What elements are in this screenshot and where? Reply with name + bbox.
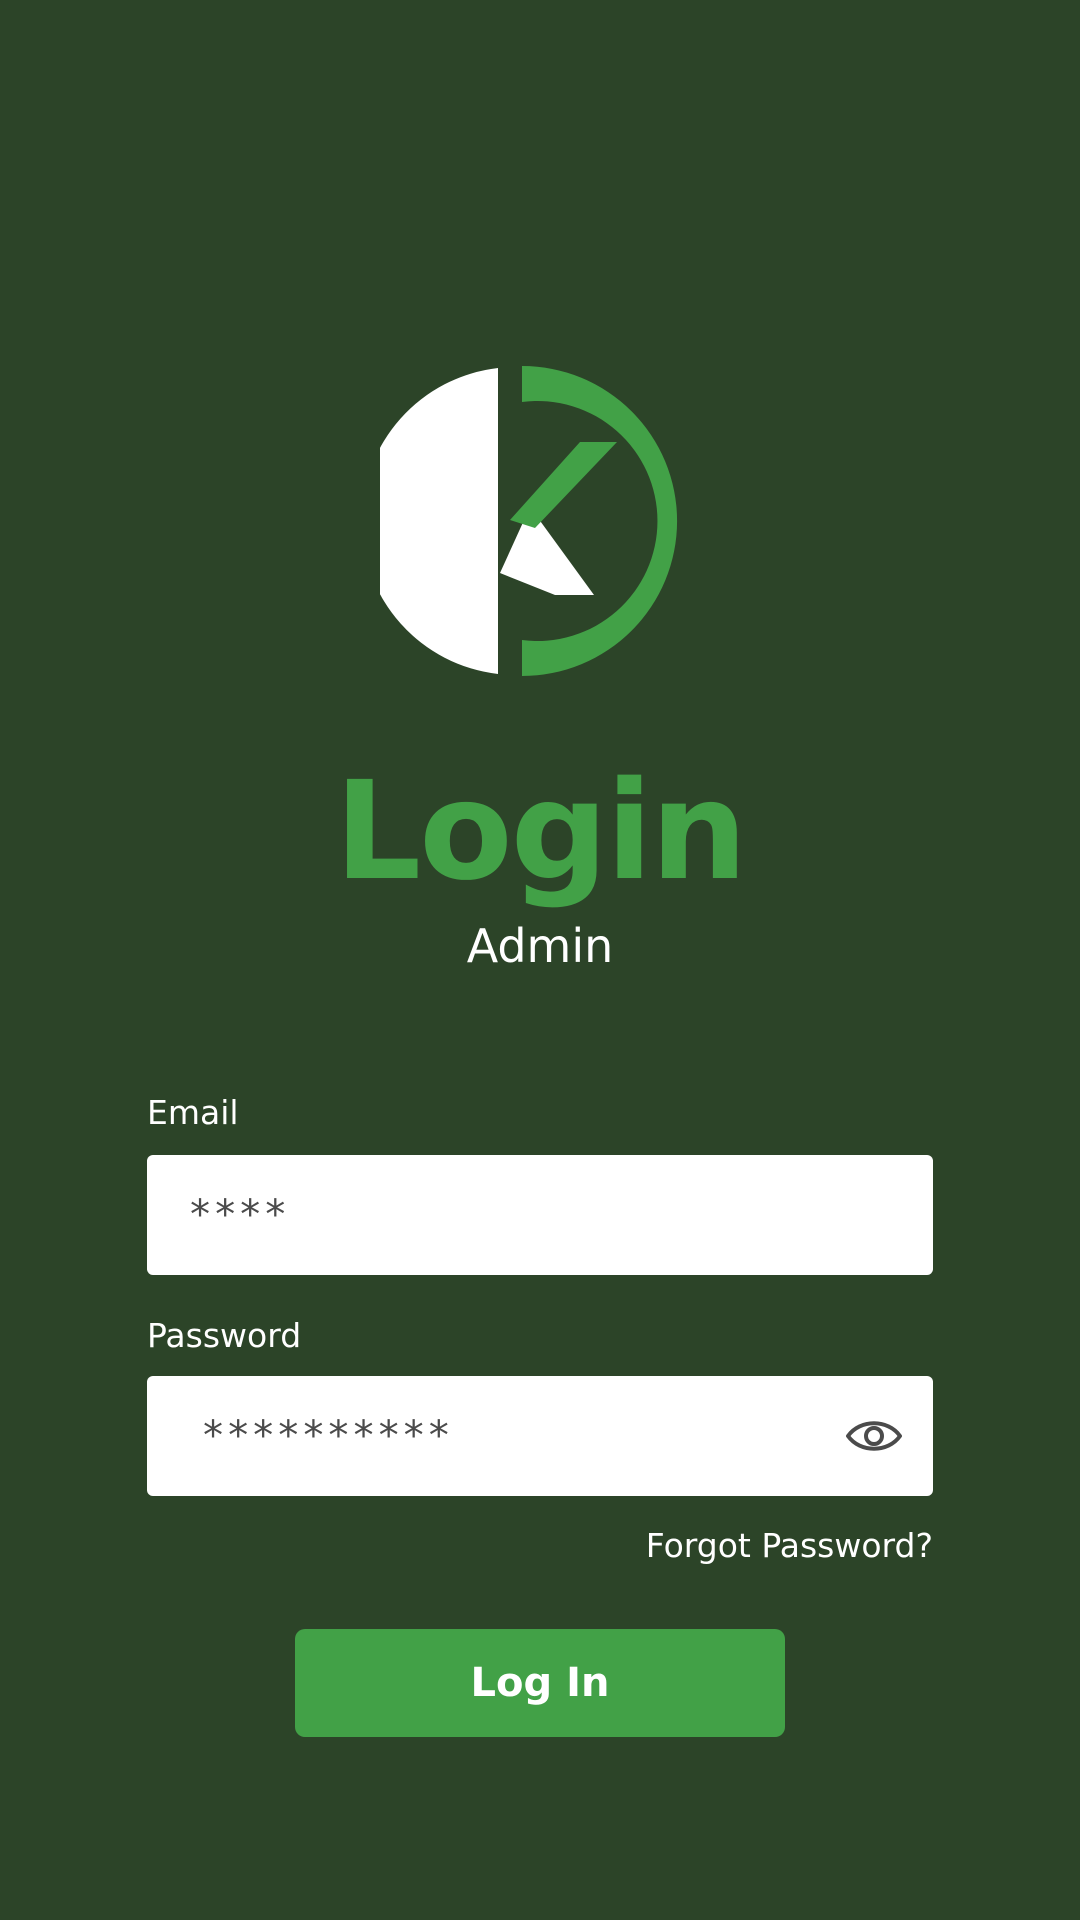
password-field[interactable]: ********** xyxy=(147,1376,933,1496)
eye-icon[interactable] xyxy=(845,1414,903,1458)
k-circle-logo-icon xyxy=(361,358,704,684)
email-field-value: **** xyxy=(188,1192,289,1238)
password-field-value: ********** xyxy=(201,1413,452,1459)
login-button[interactable]: Log In xyxy=(295,1629,785,1737)
page-title: Login xyxy=(334,753,748,911)
forgot-password-link[interactable]: Forgot Password? xyxy=(646,1522,933,1570)
password-label: Password xyxy=(147,1316,302,1355)
email-label: Email xyxy=(147,1093,239,1132)
email-field[interactable]: **** xyxy=(147,1155,933,1275)
page-subtitle: Admin xyxy=(466,919,614,973)
